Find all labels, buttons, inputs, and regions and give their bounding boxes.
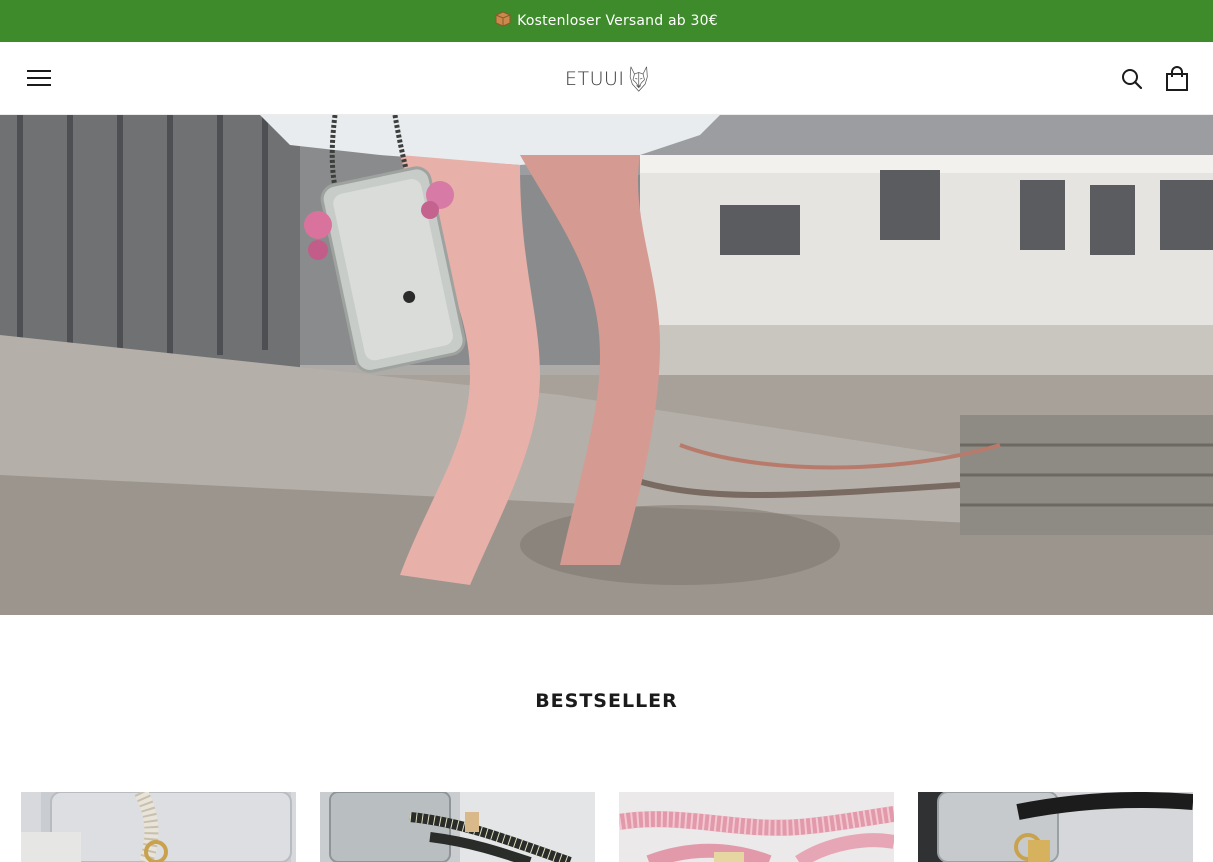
hamburger-menu-icon[interactable]	[27, 69, 51, 87]
hero-scene	[0, 115, 1213, 615]
wolf-head-icon	[629, 66, 648, 92]
shopping-bag-icon[interactable]	[1165, 66, 1189, 92]
bestseller-heading: BESTSELLER	[535, 690, 678, 712]
product-image-black-cord-clear-case	[918, 792, 1193, 862]
product-card-2[interactable]	[320, 792, 595, 862]
search-icon[interactable]	[1120, 67, 1144, 91]
product-card-4[interactable]	[918, 792, 1193, 862]
announcement-text: Kostenloser Versand ab 30€	[517, 13, 718, 29]
site-logo[interactable]: ETUUI	[565, 59, 649, 99]
product-image-white-cord-clear-case	[21, 792, 296, 862]
announcement-bar: Kostenloser Versand ab 30€	[0, 0, 1213, 42]
hero-banner-image[interactable]	[0, 115, 1213, 615]
logo-text: ETUUI	[565, 68, 625, 90]
product-image-black-dotted-cord-clear-case	[320, 792, 595, 862]
package-icon	[495, 11, 511, 31]
product-image-pink-cord	[619, 792, 894, 862]
product-card-3[interactable]	[619, 792, 894, 862]
site-header: ETUUI	[0, 42, 1213, 115]
product-card-1[interactable]	[21, 792, 296, 862]
